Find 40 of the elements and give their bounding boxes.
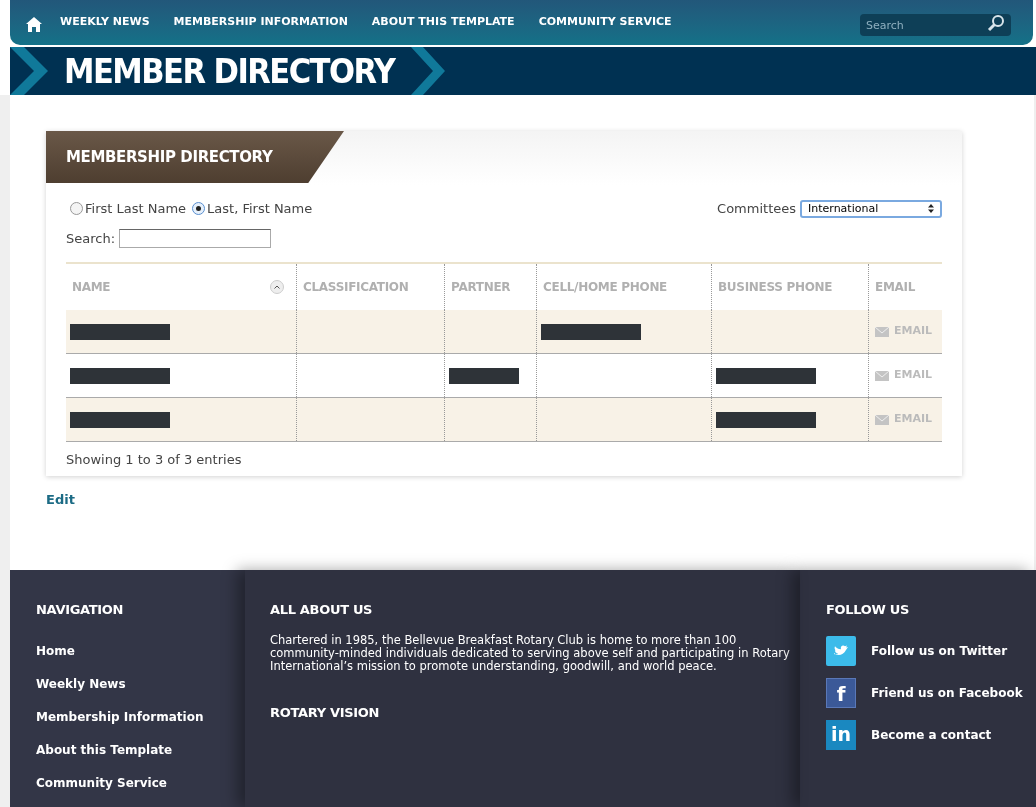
footer-heading: FOLLOW US	[826, 601, 910, 619]
nav-link[interactable]: ABOUT THIS TEMPLATE	[371, 14, 515, 31]
nav-link[interactable]: COMMUNITY SERVICE	[538, 14, 672, 31]
search-label: Search:	[66, 229, 116, 248]
envelope-icon	[875, 370, 889, 381]
social-link[interactable]: Friend us on Facebook	[871, 683, 1023, 702]
about-text: Chartered in 1985, the Bellevue Breakfast Rotary Club is home to more than 100 community-minded individuals dedicated to serving above self and participating in Rotary International’s mission to promote understanding, goodwill, and world peace.	[270, 633, 791, 673]
facebook-icon[interactable]: f	[826, 677, 856, 708]
social-link[interactable]: Become a contact	[871, 725, 992, 744]
envelope-icon	[875, 414, 889, 425]
name-format-radio[interactable]: First Last Name	[70, 199, 187, 219]
search-icon[interactable]	[987, 13, 1005, 32]
committees-select[interactable]: International	[800, 199, 942, 218]
footer-nav-link[interactable]: Home	[36, 641, 245, 660]
footer-nav-link[interactable]: Weekly News	[36, 674, 245, 693]
bird-icon[interactable]	[826, 635, 856, 666]
chevron-icon	[411, 47, 448, 95]
dropdown-arrows-icon	[928, 204, 934, 214]
nav-link[interactable]: WEEKLY NEWS	[60, 14, 150, 31]
footer-nav-link[interactable]: Community Service	[36, 773, 245, 792]
search-input[interactable]	[119, 228, 272, 248]
footer-nav-link[interactable]: About this Template	[36, 740, 245, 759]
name-format-radio[interactable]: Last, First Name	[192, 199, 313, 219]
sort-icon[interactable]	[270, 280, 284, 294]
social-link[interactable]: Follow us on Twitter	[871, 641, 1008, 660]
footer-heading: ALL ABOUT US	[270, 601, 374, 619]
chevron-icon	[10, 47, 50, 95]
edit-link[interactable]: Edit	[46, 489, 1034, 509]
committees-label: Committees	[717, 200, 796, 218]
footer-heading: ROTARY VISION	[270, 703, 381, 722]
search-field[interactable]: Search	[860, 14, 1011, 36]
envelope-icon	[875, 326, 889, 337]
nav-link[interactable]: MEMBERSHIP INFORMATION	[173, 14, 348, 31]
footer-heading: NAVIGATION	[36, 601, 125, 619]
home-icon[interactable]	[26, 16, 42, 32]
footer-nav-link[interactable]: Membership Information	[36, 707, 245, 726]
panel-title: MEMBERSHIP DIRECTORY	[66, 146, 273, 168]
page-title: MEMBER DIRECTORY	[64, 49, 395, 93]
linkedin-icon[interactable]: in	[826, 719, 856, 750]
table-info: Showing 1 to 3 of 3 entries	[66, 451, 243, 469]
